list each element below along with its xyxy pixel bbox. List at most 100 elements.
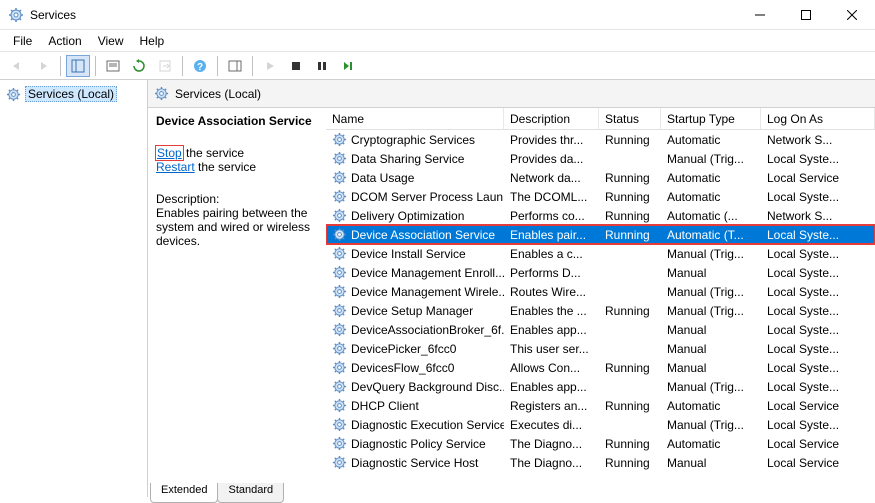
col-status[interactable]: Status	[599, 108, 661, 129]
help-button[interactable]: ?	[188, 55, 212, 77]
tab-standard[interactable]: Standard	[217, 483, 284, 503]
service-startup: Manual (Trig...	[661, 417, 761, 433]
service-row[interactable]: Delivery OptimizationPerforms co...Runni…	[326, 206, 875, 225]
menu-action[interactable]: Action	[41, 33, 88, 49]
service-status	[599, 158, 661, 160]
service-status: Running	[599, 398, 661, 414]
stop-suffix: the service	[183, 146, 244, 160]
service-name: Diagnostic Service Host	[351, 456, 478, 470]
gear-icon	[332, 417, 347, 432]
properties-button[interactable]	[101, 55, 125, 77]
minimize-button[interactable]	[737, 0, 783, 30]
menu-help[interactable]: Help	[133, 33, 172, 49]
show-hide-tree-button[interactable]	[66, 55, 90, 77]
service-row[interactable]: Device Install ServiceEnables a c...Manu…	[326, 244, 875, 263]
service-startup: Manual	[661, 360, 761, 376]
service-row[interactable]: DevQuery Background Disc...Enables app..…	[326, 377, 875, 396]
service-row[interactable]: Cryptographic ServicesProvides thr...Run…	[326, 130, 875, 149]
service-description: Performs D...	[504, 265, 599, 281]
menu-view[interactable]: View	[91, 33, 131, 49]
col-log-on-as[interactable]: Log On As	[761, 108, 875, 129]
service-name: Data Usage	[351, 171, 414, 185]
pause-service-button[interactable]	[310, 55, 334, 77]
service-logon: Local Syste...	[761, 265, 875, 281]
service-startup: Automatic	[661, 436, 761, 452]
refresh-button[interactable]	[127, 55, 151, 77]
forward-button[interactable]	[31, 55, 55, 77]
stop-service-link[interactable]: Stop	[156, 146, 183, 160]
gear-icon	[332, 341, 347, 356]
service-row[interactable]: DCOM Server Process Laun...The DCOML...R…	[326, 187, 875, 206]
tree-node-label: Services (Local)	[25, 86, 117, 102]
back-button[interactable]	[5, 55, 29, 77]
service-description: The Diagno...	[504, 436, 599, 452]
service-startup: Manual (Trig...	[661, 246, 761, 262]
service-row[interactable]: DHCP ClientRegisters an...RunningAutomat…	[326, 396, 875, 415]
service-status: Running	[599, 436, 661, 452]
gear-icon	[332, 284, 347, 299]
menu-file[interactable]: File	[6, 33, 39, 49]
gear-icon	[332, 322, 347, 337]
gear-icon	[332, 208, 347, 223]
close-button[interactable]	[829, 0, 875, 30]
service-name: Device Management Wirele...	[351, 285, 504, 299]
service-logon: Local Syste...	[761, 341, 875, 357]
service-startup: Manual (Trig...	[661, 151, 761, 167]
gear-icon	[332, 360, 347, 375]
services-rows[interactable]: Cryptographic ServicesProvides thr...Run…	[326, 130, 875, 497]
service-name: Device Association Service	[351, 228, 495, 242]
service-name: DevQuery Background Disc...	[351, 380, 504, 394]
service-name: DevicesFlow_6fcc0	[351, 361, 454, 375]
service-name: Device Install Service	[351, 247, 466, 261]
service-row[interactable]: Diagnostic Execution ServiceExecutes di.…	[326, 415, 875, 434]
service-row[interactable]: Data Sharing ServiceProvides da...Manual…	[326, 149, 875, 168]
window-title: Services	[30, 8, 76, 22]
separator	[182, 56, 183, 76]
service-status	[599, 291, 661, 293]
tree-node-services-local[interactable]: Services (Local)	[0, 84, 147, 104]
col-description[interactable]: Description	[504, 108, 599, 129]
restart-service-button[interactable]	[336, 55, 360, 77]
view-tabs: Extended Standard	[150, 483, 283, 503]
service-row[interactable]: Device Association ServiceEnables pair..…	[326, 225, 875, 244]
restart-service-link[interactable]: Restart	[156, 160, 195, 174]
separator	[252, 56, 253, 76]
stop-service-button[interactable]	[284, 55, 308, 77]
service-row[interactable]: Device Management Enroll...Performs D...…	[326, 263, 875, 282]
service-name: DevicePicker_6fcc0	[351, 342, 456, 356]
service-status: Running	[599, 227, 661, 243]
service-description: Enables app...	[504, 379, 599, 395]
gear-icon	[154, 86, 169, 101]
service-description: Network da...	[504, 170, 599, 186]
service-description: Registers an...	[504, 398, 599, 414]
service-row[interactable]: DevicePicker_6fcc0This user ser...Manual…	[326, 339, 875, 358]
gear-icon	[332, 455, 347, 470]
service-name: Device Setup Manager	[351, 304, 473, 318]
service-startup: Automatic	[661, 189, 761, 205]
service-startup: Automatic	[661, 398, 761, 414]
svg-text:?: ?	[197, 62, 203, 73]
col-startup-type[interactable]: Startup Type	[661, 108, 761, 129]
export-button[interactable]	[153, 55, 177, 77]
tab-extended[interactable]: Extended	[150, 483, 218, 503]
service-name: Diagnostic Execution Service	[351, 418, 504, 432]
start-service-button[interactable]	[258, 55, 282, 77]
service-row[interactable]: Device Setup ManagerEnables the ...Runni…	[326, 301, 875, 320]
service-logon: Local Syste...	[761, 189, 875, 205]
service-row[interactable]: DevicesFlow_6fcc0Allows Con...RunningMan…	[326, 358, 875, 377]
maximize-button[interactable]	[783, 0, 829, 30]
service-status: Running	[599, 303, 661, 319]
service-row[interactable]: Diagnostic Policy ServiceThe Diagno...Ru…	[326, 434, 875, 453]
show-hide-action-pane-button[interactable]	[223, 55, 247, 77]
service-status	[599, 272, 661, 274]
service-row[interactable]: Data UsageNetwork da...RunningAutomaticL…	[326, 168, 875, 187]
titlebar: Services	[0, 0, 875, 30]
service-row[interactable]: Diagnostic Service HostThe Diagno...Runn…	[326, 453, 875, 472]
services-list: Name Description Status Startup Type Log…	[326, 108, 875, 497]
service-row[interactable]: Device Management Wirele...Routes Wire..…	[326, 282, 875, 301]
service-row[interactable]: DeviceAssociationBroker_6f...Enables app…	[326, 320, 875, 339]
pane-header: Services (Local)	[148, 80, 875, 108]
col-name[interactable]: Name	[326, 108, 504, 129]
service-startup: Manual	[661, 322, 761, 338]
service-logon: Local Service	[761, 170, 875, 186]
